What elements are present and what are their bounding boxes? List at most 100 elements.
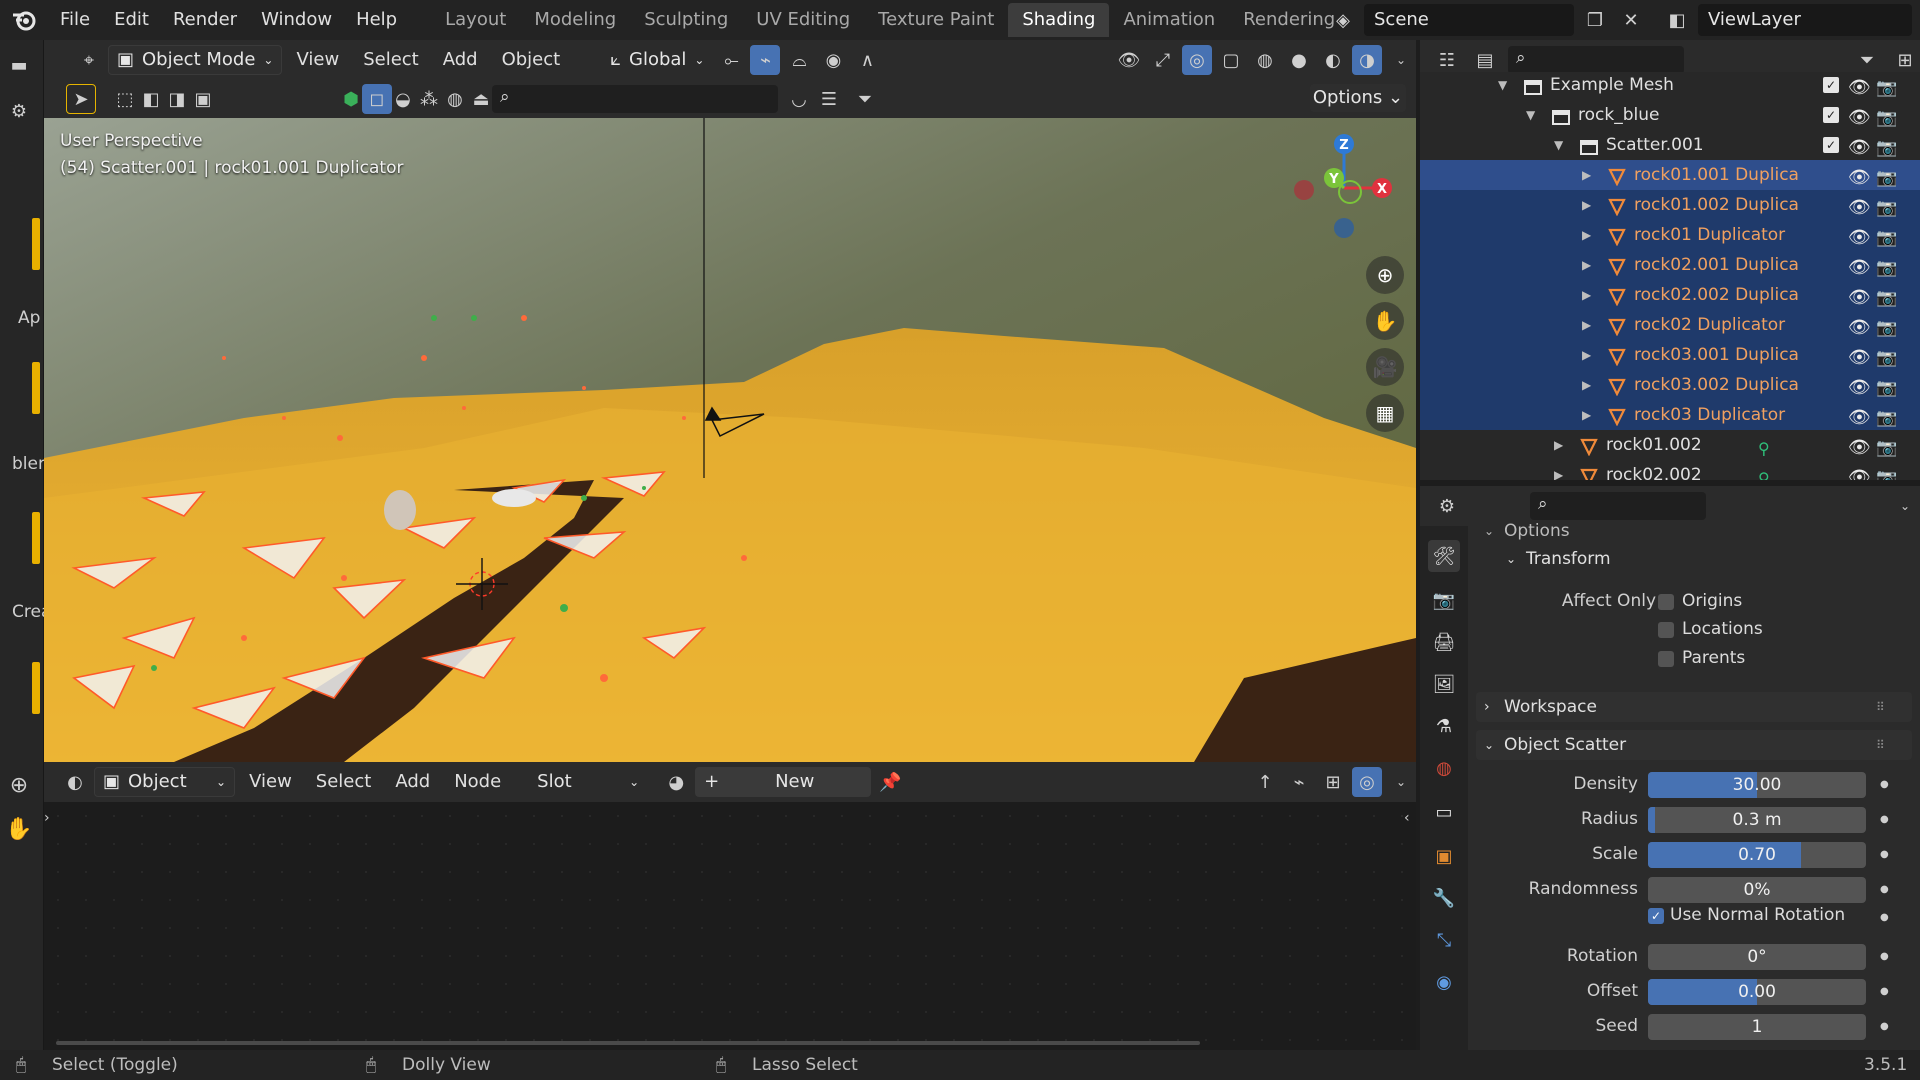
visibility-eye-icon[interactable]: 👁 <box>1848 163 1871 193</box>
outliner-row[interactable]: ▶ rock01.002 ⚲ 👁 📷 <box>1420 430 1920 460</box>
parent-node-icon[interactable]: ↑ <box>1250 767 1280 797</box>
select-tool-icon[interactable]: ➤ <box>66 84 96 114</box>
node-editor-canvas[interactable]: › ‹ <box>44 802 1416 1050</box>
outliner-editor-icon[interactable]: ☷ <box>1432 45 1462 75</box>
expand-down-icon[interactable]: ▼ <box>1526 100 1535 130</box>
navigation-gizmo[interactable]: Z X Y <box>1284 132 1404 242</box>
menu-edit[interactable]: Edit <box>102 0 161 40</box>
outliner-row[interactable]: ▶ rock01.001 Duplica 👁 📷 <box>1420 160 1920 190</box>
field-slider[interactable]: 30.00 <box>1648 772 1866 798</box>
outliner-row[interactable]: ▶ rock02.002 Duplica 👁 📷 <box>1420 280 1920 310</box>
slot-dropdown[interactable]: Slot ⌄ <box>529 767 647 797</box>
expand-right-icon[interactable]: ▶ <box>1582 400 1591 430</box>
keyframe-dot-icon[interactable]: ● <box>1880 849 1889 860</box>
wireframe-shading-icon[interactable]: ◍ <box>1250 45 1280 75</box>
viewport-menu-add[interactable]: Add <box>433 40 488 80</box>
material-icon[interactable]: ◕ <box>661 767 691 797</box>
tab-layout[interactable]: Layout <box>431 3 520 37</box>
field-slider[interactable]: 0.3 m <box>1648 807 1866 833</box>
viewport-menu-select[interactable]: Select <box>353 40 429 80</box>
node-menu-view[interactable]: View <box>239 762 302 802</box>
properties-editor-icon[interactable]: ⚙ <box>1432 491 1462 521</box>
use-normal-rotation-checkbox[interactable]: ✓ <box>1648 908 1664 924</box>
transform-section[interactable]: ⌄ Transform <box>1476 544 1912 574</box>
render-camera-icon[interactable]: 📷 <box>1876 373 1897 403</box>
editor-type-icon[interactable]: ▬ <box>4 50 34 80</box>
scene-icon[interactable]: ◈ <box>1328 5 1358 35</box>
expand-right-icon[interactable]: ▶ <box>1582 160 1591 190</box>
object-scatter-section[interactable]: ⌄ Object Scatter ⠿ <box>1476 730 1912 760</box>
outliner-row[interactable]: ▼ rock_blue ✓ 👁 📷 <box>1420 100 1920 130</box>
parents-checkbox[interactable] <box>1658 651 1674 667</box>
modifier-tab-icon[interactable]: 🔧 <box>1428 882 1460 914</box>
node-overlays-icon[interactable]: ◎ <box>1352 767 1382 797</box>
expand-right-icon[interactable]: ▶ <box>1582 250 1591 280</box>
expand-right-icon[interactable]: ▶ <box>1582 190 1591 220</box>
outliner-row[interactable]: ▶ rock02 Duplicator 👁 📷 <box>1420 310 1920 340</box>
node-menu-node[interactable]: Node <box>444 762 511 802</box>
rendered-shading-icon[interactable]: ◑ <box>1352 45 1382 75</box>
shader-editor-icon[interactable]: ◐ <box>60 767 90 797</box>
falloff-icon[interactable]: ∧ <box>852 45 882 75</box>
expand-right-icon[interactable]: ▶ <box>1582 340 1591 370</box>
camera-view-icon[interactable]: 🎥 <box>1366 348 1404 386</box>
visibility-eye-icon[interactable]: 👁 <box>1848 463 1871 480</box>
visibility-eye-icon[interactable]: 👁 <box>1848 313 1871 343</box>
view-layer-icon[interactable]: ◧ <box>1662 5 1692 35</box>
field-slider[interactable]: 1 <box>1648 1014 1866 1040</box>
tab-shading[interactable]: Shading <box>1008 3 1110 37</box>
visibility-eye-icon[interactable]: 👁 <box>1848 73 1871 103</box>
render-camera-icon[interactable]: 📷 <box>1876 73 1897 103</box>
origins-checkbox[interactable] <box>1658 594 1674 610</box>
drag-handle-icon[interactable]: ⠿ <box>1876 730 1885 760</box>
material-preview-icon[interactable]: ◐ <box>1318 45 1348 75</box>
keyframe-dot-icon[interactable]: ● <box>1880 986 1889 997</box>
keyframe-dot-icon[interactable]: ● <box>1880 1021 1889 1032</box>
render-camera-icon[interactable]: 📷 <box>1876 223 1897 253</box>
snap-node-icon[interactable]: ⌁ <box>1284 767 1314 797</box>
physics-tab-icon[interactable]: ◉ <box>1428 966 1460 998</box>
render-camera-icon[interactable]: 📷 <box>1876 283 1897 313</box>
settings-gear-icon[interactable]: ⚙ <box>4 96 34 126</box>
orientation-dropdown[interactable]: ⟀ Global ⌄ <box>602 45 712 75</box>
add-icon[interactable]: ⊕ <box>4 770 34 800</box>
expand-down-icon[interactable]: ▼ <box>1554 130 1563 160</box>
exclude-checkbox[interactable]: ✓ <box>1823 107 1839 123</box>
editor-type-3d-icon[interactable]: ⌖ <box>74 45 104 75</box>
new-scene-icon[interactable]: ❐ <box>1580 5 1610 35</box>
keyframe-dot-icon[interactable]: ● <box>1880 814 1889 825</box>
visibility-eye-icon[interactable]: 👁 <box>1848 223 1871 253</box>
tab-animation[interactable]: Animation <box>1109 3 1229 37</box>
snap-target-icon[interactable]: ⌓ <box>784 45 814 75</box>
render-camera-icon[interactable]: 📷 <box>1876 253 1897 283</box>
options-dropdown[interactable]: Options ⌄ <box>1310 84 1406 112</box>
keyframe-dot-icon[interactable]: ● <box>1880 884 1889 895</box>
sidebar-expand-icon[interactable]: ‹ <box>1404 810 1410 826</box>
toolbar-expand-icon[interactable]: › <box>44 810 50 826</box>
menu-window[interactable]: Window <box>249 0 344 40</box>
render-camera-icon[interactable]: 📷 <box>1876 163 1897 193</box>
render-camera-icon[interactable]: 📷 <box>1876 193 1897 223</box>
xray-icon[interactable]: ▢ <box>1216 45 1246 75</box>
node-editor-scrollbar[interactable] <box>56 1041 1200 1045</box>
options-section[interactable]: ⌄ Options <box>1476 516 1912 546</box>
node-menu-select[interactable]: Select <box>306 762 382 802</box>
exclude-checkbox[interactable]: ✓ <box>1823 137 1839 153</box>
field-slider[interactable]: 0.00 <box>1648 979 1866 1005</box>
render-tab-icon[interactable]: 📷 <box>1428 584 1460 616</box>
tab-sculpting[interactable]: Sculpting <box>630 3 742 37</box>
visibility-eye-icon[interactable]: 👁 <box>1848 343 1871 373</box>
view-layer-tab-icon[interactable]: 🖼 <box>1428 668 1460 700</box>
overlays-icon[interactable]: ◎ <box>1182 45 1212 75</box>
menu-help[interactable]: Help <box>344 0 409 40</box>
viewport-menu-view[interactable]: View <box>286 40 349 80</box>
outliner-row[interactable]: ▶ rock02.002 ⚲ 👁 📷 <box>1420 460 1920 480</box>
new-material-button[interactable]: + New <box>695 767 872 797</box>
outliner-row[interactable]: ▶ rock03 Duplicator 👁 📷 <box>1420 400 1920 430</box>
locations-checkbox[interactable] <box>1658 622 1674 638</box>
select-intersect-icon[interactable]: ▣ <box>188 84 218 114</box>
workspace-section[interactable]: › Workspace ⠿ <box>1476 692 1912 722</box>
pin-icon[interactable]: 📌 <box>875 767 905 797</box>
scene-tab-icon[interactable]: ⚗ <box>1428 710 1460 742</box>
object-tab-icon[interactable]: ▣ <box>1428 840 1460 872</box>
